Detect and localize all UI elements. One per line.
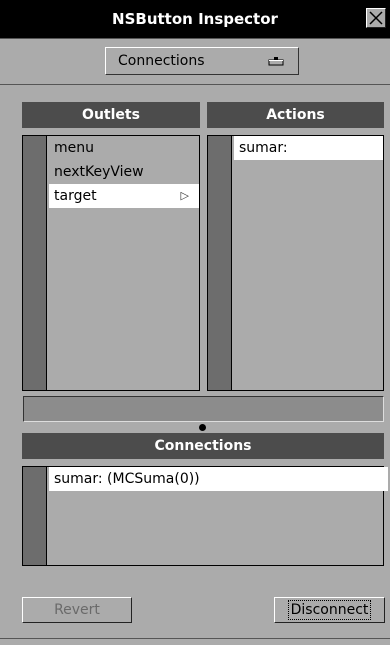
window-title: NSButton Inspector xyxy=(112,10,278,28)
window-bottom-edge xyxy=(0,638,390,639)
outlet-label: menu xyxy=(54,140,94,156)
outlets-browser: menu nextKeyView target ▷ xyxy=(22,135,200,391)
actions-scrollbar[interactable] xyxy=(208,136,232,390)
popup-indicator-icon xyxy=(268,57,284,66)
popup-selected-label: Connections xyxy=(118,53,205,69)
inspector-mode-bar: Connections xyxy=(0,39,390,85)
inspector-window: NSButton Inspector Connections Outlets A… xyxy=(0,0,390,645)
connection-info-field xyxy=(23,396,384,422)
connections-list: sumar: (MCSuma(0)) xyxy=(49,467,388,565)
connections-scrollbar[interactable] xyxy=(23,467,47,565)
outlet-label: nextKeyView xyxy=(54,164,144,180)
revert-button-label: Revert xyxy=(54,602,100,618)
revert-button[interactable]: Revert xyxy=(22,597,132,623)
actions-header: Actions xyxy=(207,102,384,128)
outlet-item-menu[interactable]: menu xyxy=(49,136,199,160)
action-label: sumar: xyxy=(239,140,288,156)
connections-header: Connections xyxy=(22,433,384,459)
inspector-mode-popup[interactable]: Connections xyxy=(105,47,299,75)
outlet-item-nextkeyview[interactable]: nextKeyView xyxy=(49,160,199,184)
close-icon xyxy=(369,11,383,25)
outlets-list: menu nextKeyView target ▷ xyxy=(49,136,199,390)
right-arrow-icon: ▷ xyxy=(180,189,189,202)
split-view-divider-handle[interactable] xyxy=(199,424,206,431)
outlets-header: Outlets xyxy=(22,102,200,128)
actions-browser: sumar: xyxy=(207,135,384,391)
connections-browser: sumar: (MCSuma(0)) xyxy=(22,466,388,566)
connection-label: sumar: (MCSuma(0)) xyxy=(54,471,200,487)
outlet-label: target xyxy=(54,188,97,204)
actions-list: sumar: xyxy=(234,136,383,390)
disconnect-button-label: Disconnect xyxy=(287,600,372,620)
disconnect-button[interactable]: Disconnect xyxy=(274,597,385,623)
outlet-item-target[interactable]: target ▷ xyxy=(49,184,199,208)
title-bar[interactable]: NSButton Inspector xyxy=(0,0,390,39)
close-button[interactable] xyxy=(366,8,386,28)
action-item-sumar[interactable]: sumar: xyxy=(234,136,383,160)
outlets-scrollbar[interactable] xyxy=(23,136,47,390)
connection-item[interactable]: sumar: (MCSuma(0)) xyxy=(49,467,388,491)
